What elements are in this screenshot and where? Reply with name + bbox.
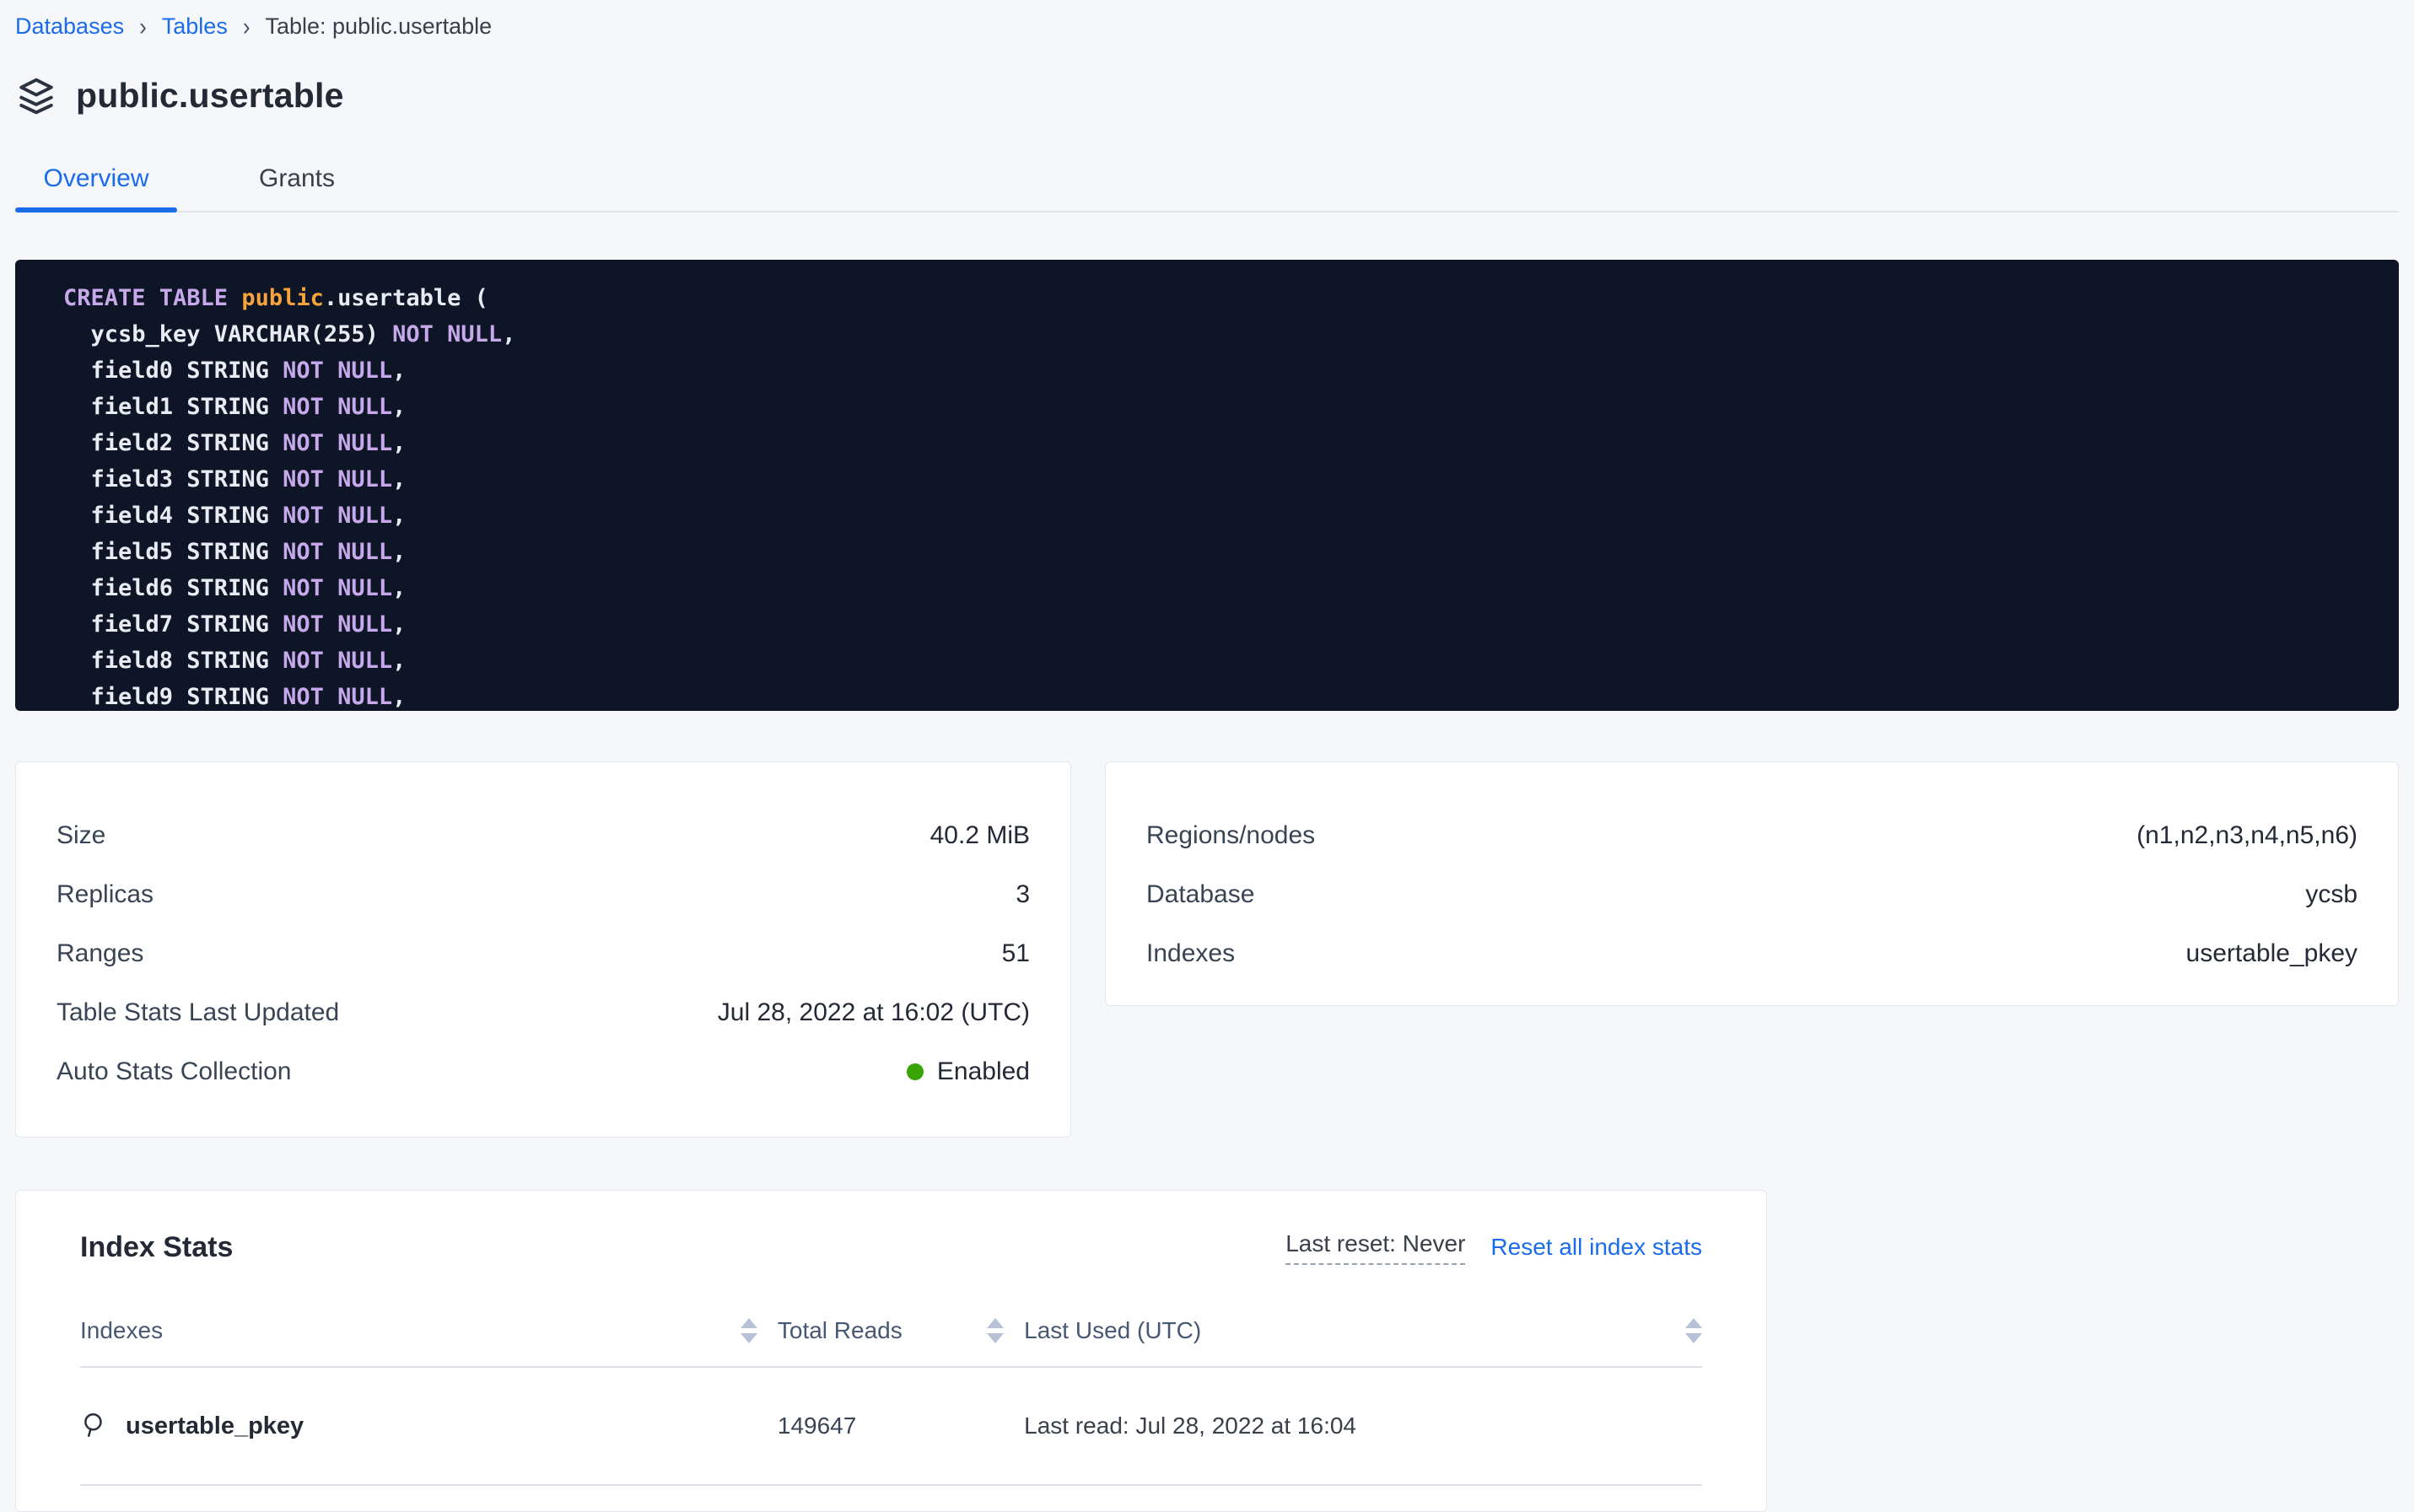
stat-value: ycsb <box>2305 880 2357 909</box>
code-line: field8 STRING NOT NULL, <box>63 643 2399 679</box>
sort-icon[interactable] <box>987 1318 1004 1343</box>
stat-value: 40.2 MiB <box>930 821 1030 850</box>
breadcrumb-databases-link[interactable]: Databases <box>15 13 124 40</box>
stat-value: (n1,n2,n3,n4,n5,n6) <box>2136 821 2357 850</box>
page-header: public.usertable <box>15 74 2399 116</box>
column-label: Last Used (UTC) <box>1024 1317 1201 1344</box>
index-table-header: Indexes Total Reads Last Used (UTC) <box>80 1295 1702 1368</box>
column-header-last-used[interactable]: Last Used (UTC) <box>1024 1317 1702 1344</box>
summary-cards: Size 40.2 MiB Replicas 3 Ranges 51 Table… <box>15 761 2399 1138</box>
tab-bar: Overview Grants <box>15 157 2399 213</box>
stat-label: Regions/nodes <box>1146 821 1315 850</box>
code-line: field4 STRING NOT NULL, <box>63 498 2399 534</box>
stat-label: Size <box>57 821 105 850</box>
chevron-right-icon: › <box>243 11 251 41</box>
code-line: ycsb_key VARCHAR(255) NOT NULL, <box>63 316 2399 352</box>
table-info-card: Regions/nodes (n1,n2,n3,n4,n5,n6) Databa… <box>1105 761 2399 1006</box>
stat-value: 3 <box>1016 880 1030 909</box>
stat-label: Ranges <box>57 939 143 968</box>
sort-icon[interactable] <box>1685 1318 1702 1343</box>
column-label: Total Reads <box>778 1317 903 1344</box>
stat-label: Indexes <box>1146 939 1235 968</box>
last-reset-tooltip[interactable]: Last reset: Never <box>1285 1230 1465 1265</box>
tab-overview[interactable]: Overview <box>15 157 177 211</box>
code-line: CREATE TABLE public.usertable ( <box>63 280 2399 316</box>
last-used-value: Last read: Jul 28, 2022 at 16:04 <box>1024 1412 1702 1439</box>
column-header-total-reads[interactable]: Total Reads <box>778 1317 1024 1344</box>
index-stats-title: Index Stats <box>80 1231 233 1264</box>
stat-label: Table Stats Last Updated <box>57 998 339 1027</box>
stat-row-stats-updated: Table Stats Last Updated Jul 28, 2022 at… <box>57 983 1030 1042</box>
code-line: field0 STRING NOT NULL, <box>63 352 2399 389</box>
index-name-cell: usertable_pkey <box>80 1412 778 1440</box>
status-badge: Enabled <box>907 1057 1030 1086</box>
table-stack-icon <box>15 74 57 116</box>
code-line: field2 STRING NOT NULL, <box>63 425 2399 461</box>
enabled-status-dot-icon <box>907 1063 924 1080</box>
stat-label: Database <box>1146 880 1254 909</box>
chevron-right-icon: › <box>139 11 147 41</box>
code-line: field1 STRING NOT NULL, <box>63 389 2399 425</box>
stat-value: Jul 28, 2022 at 16:02 (UTC) <box>718 998 1030 1027</box>
column-label: Indexes <box>80 1317 163 1344</box>
stat-value: 51 <box>1002 939 1030 968</box>
code-line: field6 STRING NOT NULL, <box>63 570 2399 606</box>
code-line: field3 STRING NOT NULL, <box>63 461 2399 498</box>
stat-label: Auto Stats Collection <box>57 1057 291 1086</box>
tab-grants[interactable]: Grants <box>216 157 378 211</box>
index-stats-header: Index Stats Last reset: Never Reset all … <box>80 1228 1702 1267</box>
stat-row-auto-stats: Auto Stats Collection Enabled <box>57 1042 1030 1101</box>
code-line: field7 STRING NOT NULL, <box>63 606 2399 643</box>
breadcrumb-tables-link[interactable]: Tables <box>162 13 228 40</box>
index-name-link[interactable]: usertable_pkey <box>126 1412 304 1440</box>
index-stats-controls: Last reset: Never Reset all index stats <box>1285 1230 1702 1265</box>
magnifier-icon <box>80 1412 109 1440</box>
stat-row-size: Size 40.2 MiB <box>57 806 1030 865</box>
create-table-statement: CREATE TABLE public.usertable ( ycsb_key… <box>15 260 2399 711</box>
index-stats-card: Index Stats Last reset: Never Reset all … <box>15 1190 1767 1512</box>
reset-index-stats-link[interactable]: Reset all index stats <box>1490 1234 1702 1261</box>
total-reads-value: 149647 <box>778 1412 1024 1439</box>
code-line: field9 STRING NOT NULL, <box>63 679 2399 711</box>
breadcrumb-current: Table: public.usertable <box>265 13 492 40</box>
stat-row-indexes: Indexes usertable_pkey <box>1146 924 2357 983</box>
stat-row-ranges: Ranges 51 <box>57 924 1030 983</box>
stat-row-replicas: Replicas 3 <box>57 865 1030 924</box>
stat-label: Replicas <box>57 880 154 909</box>
stat-row-regions: Regions/nodes (n1,n2,n3,n4,n5,n6) <box>1146 806 2357 865</box>
stat-value: usertable_pkey <box>2186 939 2357 968</box>
table-row: usertable_pkey 149647 Last read: Jul 28,… <box>80 1368 1702 1486</box>
code-line: field5 STRING NOT NULL, <box>63 534 2399 570</box>
index-stats-table: Indexes Total Reads Last Used (UTC) <box>80 1295 1702 1486</box>
sort-icon[interactable] <box>741 1318 757 1343</box>
column-header-indexes[interactable]: Indexes <box>80 1317 778 1344</box>
breadcrumb: Databases › Tables › Table: public.usert… <box>15 12 2399 40</box>
stat-row-database: Database ycsb <box>1146 865 2357 924</box>
page-title: public.usertable <box>76 76 344 116</box>
table-stats-card: Size 40.2 MiB Replicas 3 Ranges 51 Table… <box>15 761 1071 1138</box>
table-detail-page: Databases › Tables › Table: public.usert… <box>0 0 2414 1512</box>
stat-value: Enabled <box>937 1057 1030 1086</box>
